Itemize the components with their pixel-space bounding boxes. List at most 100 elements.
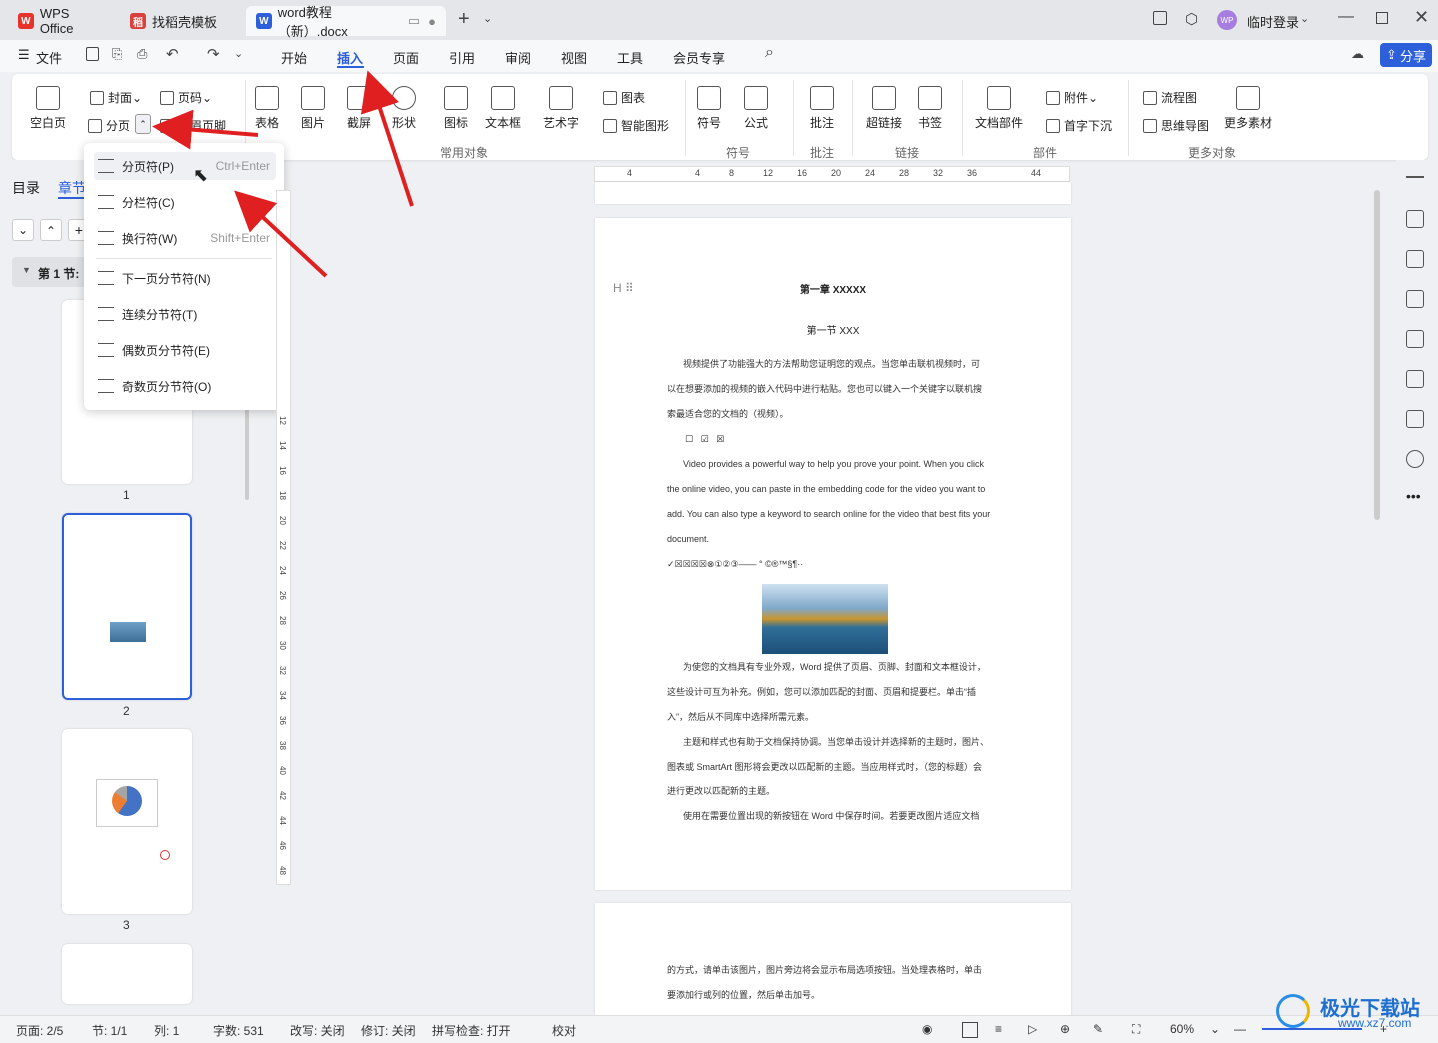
- collapse-icon[interactable]: ⌄: [12, 219, 34, 241]
- avatar[interactable]: WP: [1217, 10, 1237, 30]
- adjust-icon[interactable]: [1406, 290, 1424, 308]
- minimize-icon[interactable]: —: [1338, 8, 1354, 26]
- smart-shape-button[interactable]: 智能图形: [603, 117, 669, 134]
- chevron-down-icon[interactable]: ⌄: [1300, 12, 1309, 25]
- header-footer-button[interactable]: 页眉页脚: [160, 117, 226, 134]
- search-icon[interactable]: ⌕: [765, 44, 774, 62]
- chevron-down-icon[interactable]: ⌄: [1210, 1022, 1220, 1036]
- redo-icon[interactable]: ↷: [207, 45, 220, 63]
- tab-wps-office[interactable]: W WPS Office: [8, 6, 116, 36]
- more-material-button[interactable]: 更多素材: [1224, 86, 1272, 131]
- document-scrollbar[interactable]: [1374, 190, 1380, 520]
- bookmark-button[interactable]: 书签: [918, 86, 942, 131]
- doc-parts-button[interactable]: 文档部件: [975, 86, 1023, 131]
- status-word-count[interactable]: 字数: 531: [213, 1022, 264, 1039]
- share-button[interactable]: ⇪ 分享: [1380, 43, 1432, 67]
- close-icon[interactable]: ✕: [1414, 7, 1429, 28]
- vertical-ruler[interactable]: 12 14 16 18 20 22 24 26 28 30 32 34 36 38 40 42 44 46 48: [276, 190, 291, 885]
- menu-item-line-break[interactable]: 换行符(W) Shift+Enter: [94, 224, 276, 252]
- cloud-icon[interactable]: ☁: [1351, 46, 1364, 62]
- textbox-button[interactable]: 文本框: [485, 86, 521, 131]
- panel-scrollbar[interactable]: [245, 400, 249, 500]
- drop-cap-button[interactable]: 首字下沉: [1046, 117, 1112, 134]
- more-icon[interactable]: •••: [1406, 488, 1421, 504]
- new-tab-plus-icon[interactable]: +: [458, 8, 470, 31]
- menu-home[interactable]: 开始: [281, 48, 307, 67]
- menu-view[interactable]: 视图: [561, 48, 587, 67]
- menu-member[interactable]: 会员专享: [673, 48, 725, 67]
- menu-item-even-page-section[interactable]: 偶数页分节符(E): [94, 336, 276, 364]
- maximize-icon[interactable]: [1376, 12, 1388, 24]
- status-proofread[interactable]: 校对: [552, 1022, 576, 1039]
- screenshot-button[interactable]: 截屏: [347, 86, 371, 131]
- mindmap-button[interactable]: 思维导图: [1143, 117, 1209, 134]
- cube-icon[interactable]: ⬡: [1185, 10, 1198, 28]
- unsaved-dot-icon[interactable]: ●: [428, 14, 436, 29]
- menu-item-column-break[interactable]: 分栏符(C): [94, 188, 276, 216]
- expand-icon[interactable]: ⌃: [40, 219, 62, 241]
- menu-tools[interactable]: 工具: [617, 48, 643, 67]
- chart-button[interactable]: 图表: [603, 89, 645, 106]
- eye-icon[interactable]: ◉: [922, 1022, 932, 1036]
- symbol-button[interactable]: 符号: [697, 86, 721, 131]
- menu-insert[interactable]: 插入: [337, 48, 363, 67]
- page-break-dropdown-toggle[interactable]: ⌃: [135, 114, 151, 134]
- menu-page[interactable]: 页面: [393, 48, 419, 67]
- zoom-level[interactable]: 60%: [1170, 1022, 1194, 1036]
- hyperlink-button[interactable]: 超链接: [866, 86, 902, 131]
- tools-icon[interactable]: [1406, 370, 1424, 388]
- menu-item-page-break[interactable]: 分页符(P) Ctrl+Enter: [94, 152, 276, 180]
- hamburger-icon[interactable]: ☰: [18, 47, 30, 63]
- picture-button[interactable]: 图片: [301, 86, 325, 131]
- pen-icon[interactable]: ✎: [1093, 1022, 1103, 1036]
- status-page[interactable]: 页面: 2/5: [16, 1022, 63, 1039]
- menu-item-odd-page-section[interactable]: 奇数页分节符(O): [94, 372, 276, 400]
- page-thumbnail[interactable]: [62, 729, 192, 914]
- zoom-out-icon[interactable]: —: [1234, 1022, 1246, 1036]
- status-overwrite[interactable]: 改写: 关闭: [290, 1022, 345, 1039]
- collapse-bar-icon[interactable]: [1406, 176, 1424, 178]
- chevron-down-icon[interactable]: ⌄: [234, 47, 243, 60]
- save-icon[interactable]: [86, 47, 99, 61]
- page-thumbnail[interactable]: [62, 944, 192, 1004]
- attachment-button[interactable]: 附件 ⌄: [1046, 89, 1098, 106]
- menu-item-next-page-section[interactable]: 下一页分节符(N): [94, 264, 276, 292]
- window-layout-icon[interactable]: [1153, 11, 1167, 25]
- play-icon[interactable]: ▷: [1028, 1022, 1037, 1036]
- cover-button[interactable]: 封面 ⌄: [90, 89, 142, 106]
- document-page[interactable]: H ⠿ 第一章 XXXXX 第一节 XXX 视频提供了功能强大的方法帮助您证明您…: [595, 218, 1071, 890]
- tab-toc[interactable]: 目录: [12, 178, 40, 198]
- status-column[interactable]: 列: 1: [154, 1022, 179, 1039]
- menu-item-continuous-section[interactable]: 连续分节符(T): [94, 300, 276, 328]
- comment-button[interactable]: 批注: [810, 86, 834, 131]
- pen-icon[interactable]: [1406, 210, 1424, 228]
- shape-button[interactable]: 形状: [392, 86, 416, 131]
- export-icon[interactable]: ⎘: [112, 46, 122, 62]
- tab-document[interactable]: W word教程（新）.docx ▭ ●: [246, 5, 446, 39]
- print-preview-icon[interactable]: ⎙: [137, 46, 147, 62]
- page-break-button[interactable]: 分页: [88, 117, 130, 134]
- monitor-icon[interactable]: ▭: [408, 13, 420, 29]
- page-thumbnail-selected[interactable]: [62, 513, 192, 700]
- help-icon[interactable]: [1406, 450, 1424, 468]
- art-text-button[interactable]: 艺术字: [543, 86, 579, 131]
- document-page[interactable]: 的方式，请单击该图片，图片旁边将会显示布局选项按钮。当处理表格时，单击 要添加行…: [595, 903, 1071, 1023]
- icon-button[interactable]: 图标: [444, 86, 468, 131]
- fit-page-icon[interactable]: ⛶: [1132, 1022, 1140, 1037]
- page-number-button[interactable]: 页码 ⌄: [160, 89, 212, 106]
- select-icon[interactable]: [1406, 250, 1424, 268]
- outline-view-icon[interactable]: ≡: [995, 1022, 1002, 1036]
- landscape-image[interactable]: [762, 584, 888, 654]
- chevron-down-icon[interactable]: ⌄: [483, 12, 492, 25]
- status-spell-check[interactable]: 拼写检查: 打开: [432, 1022, 511, 1039]
- status-section[interactable]: 节: 1/1: [92, 1022, 127, 1039]
- menu-reference[interactable]: 引用: [449, 48, 475, 67]
- formula-button[interactable]: 公式: [744, 86, 768, 131]
- undo-icon[interactable]: ↶: [166, 45, 179, 63]
- web-view-icon[interactable]: ⊕: [1060, 1022, 1070, 1036]
- horizontal-ruler[interactable]: 4 4 8 12 16 20 24 28 32 36 44: [594, 166, 1070, 182]
- menu-review[interactable]: 审阅: [505, 48, 531, 67]
- tab-daoke[interactable]: 稻 找稻壳模板: [120, 6, 242, 36]
- tab-chapter[interactable]: 章节: [58, 178, 86, 198]
- menu-file[interactable]: 文件: [36, 48, 62, 67]
